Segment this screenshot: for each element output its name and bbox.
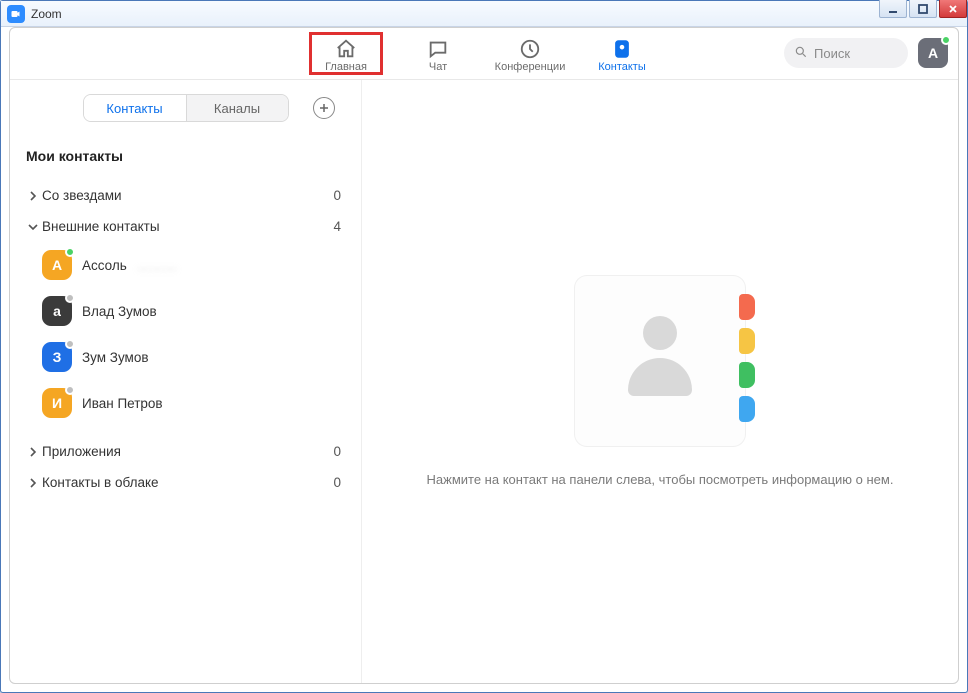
group-count: 0: [333, 188, 347, 203]
app-frame: Главная Чат Конференции: [9, 27, 959, 684]
illustration-tab: [739, 294, 755, 320]
external-contacts-list: А Ассоль ……… а Влад Зумов З Зум Зумов И Иван Пет…: [20, 242, 351, 426]
seg-channels[interactable]: Каналы: [186, 95, 288, 121]
illustration-tab: [739, 328, 755, 354]
nav-tab-label: Контакты: [598, 61, 646, 73]
main-panel: Нажмите на контакт на панели слева, чтоб…: [362, 80, 958, 683]
status-icon: [65, 385, 75, 395]
contact-surname-blurred: ………: [137, 258, 178, 273]
group-label: Контакты в облаке: [42, 475, 333, 490]
home-icon: [335, 38, 357, 60]
contact-name: Ассоль: [82, 258, 127, 273]
contacts-empty-illustration: [575, 276, 745, 446]
chat-icon: [427, 38, 449, 60]
contact-avatar: А: [42, 250, 72, 280]
contact-name: Влад Зумов: [82, 304, 157, 319]
sidebar-tabs-row: Контакты Каналы: [20, 94, 351, 122]
group-apps[interactable]: Приложения 0: [20, 436, 351, 467]
contact-avatar: З: [42, 342, 72, 372]
group-label: Приложения: [42, 444, 333, 459]
status-icon: [65, 293, 75, 303]
contact-item[interactable]: А Ассоль ………: [20, 242, 351, 288]
zoom-logo-icon: [7, 5, 25, 23]
nav-tab-contacts[interactable]: Контакты: [587, 34, 657, 73]
contact-item[interactable]: а Влад Зумов: [20, 288, 351, 334]
chevron-right-icon: [24, 447, 42, 457]
app-window: Zoom Главная: [0, 0, 968, 693]
section-title: Мои контакты: [26, 148, 351, 164]
titlebar: Zoom: [1, 1, 967, 27]
nav-tab-home[interactable]: Главная: [311, 34, 381, 73]
search-input[interactable]: Поиск: [784, 38, 908, 68]
contacts-icon: [611, 38, 633, 60]
nav-tab-chat[interactable]: Чат: [403, 34, 473, 73]
contact-name: Иван Петров: [82, 396, 163, 411]
seg-contacts[interactable]: Контакты: [84, 95, 186, 121]
status-icon: [65, 247, 75, 257]
window-buttons: [879, 0, 967, 18]
nav-tab-label: Главная: [325, 61, 367, 73]
user-avatar-button[interactable]: A: [918, 38, 948, 68]
maximize-button[interactable]: [909, 0, 937, 18]
nav-tabs: Главная Чат Конференции: [311, 34, 657, 73]
search-placeholder: Поиск: [814, 46, 850, 61]
minimize-button[interactable]: [879, 0, 907, 18]
contact-name: Зум Зумов: [82, 350, 149, 365]
group-label: Внешние контакты: [42, 219, 333, 234]
sidebar-seg: Контакты Каналы: [83, 94, 289, 122]
status-online-icon: [941, 35, 951, 45]
nav-tab-label: Чат: [429, 61, 447, 73]
group-cloud[interactable]: Контакты в облаке 0: [20, 467, 351, 498]
empty-hint: Нажмите на контакт на панели слева, чтоб…: [427, 472, 894, 487]
search-icon: [794, 45, 808, 62]
toolbar-right: Поиск A: [784, 38, 948, 68]
nav-tab-meetings[interactable]: Конференции: [495, 34, 565, 73]
contact-item[interactable]: З Зум Зумов: [20, 334, 351, 380]
chevron-right-icon: [24, 478, 42, 488]
add-contact-button[interactable]: [313, 97, 335, 119]
clock-icon: [519, 38, 541, 60]
person-icon: [620, 316, 700, 406]
status-icon: [65, 339, 75, 349]
chevron-right-icon: [24, 191, 42, 201]
group-count: 0: [333, 444, 347, 459]
group-count: 4: [333, 219, 347, 234]
user-initial: A: [928, 45, 938, 61]
illustration-tab: [739, 396, 755, 422]
group-starred[interactable]: Со звездами 0: [20, 180, 351, 211]
contact-avatar: И: [42, 388, 72, 418]
body: Контакты Каналы Мои контакты Со звездами…: [10, 80, 958, 683]
contact-avatar: а: [42, 296, 72, 326]
illustration-tab: [739, 362, 755, 388]
close-button[interactable]: [939, 0, 967, 18]
group-external[interactable]: Внешние контакты 4: [20, 211, 351, 242]
group-count: 0: [333, 475, 347, 490]
toolbar: Главная Чат Конференции: [10, 28, 958, 80]
nav-tab-label: Конференции: [495, 61, 566, 73]
window-title: Zoom: [31, 7, 62, 21]
contact-item[interactable]: И Иван Петров: [20, 380, 351, 426]
chevron-down-icon: [24, 222, 42, 232]
sidebar: Контакты Каналы Мои контакты Со звездами…: [10, 80, 362, 683]
group-label: Со звездами: [42, 188, 333, 203]
